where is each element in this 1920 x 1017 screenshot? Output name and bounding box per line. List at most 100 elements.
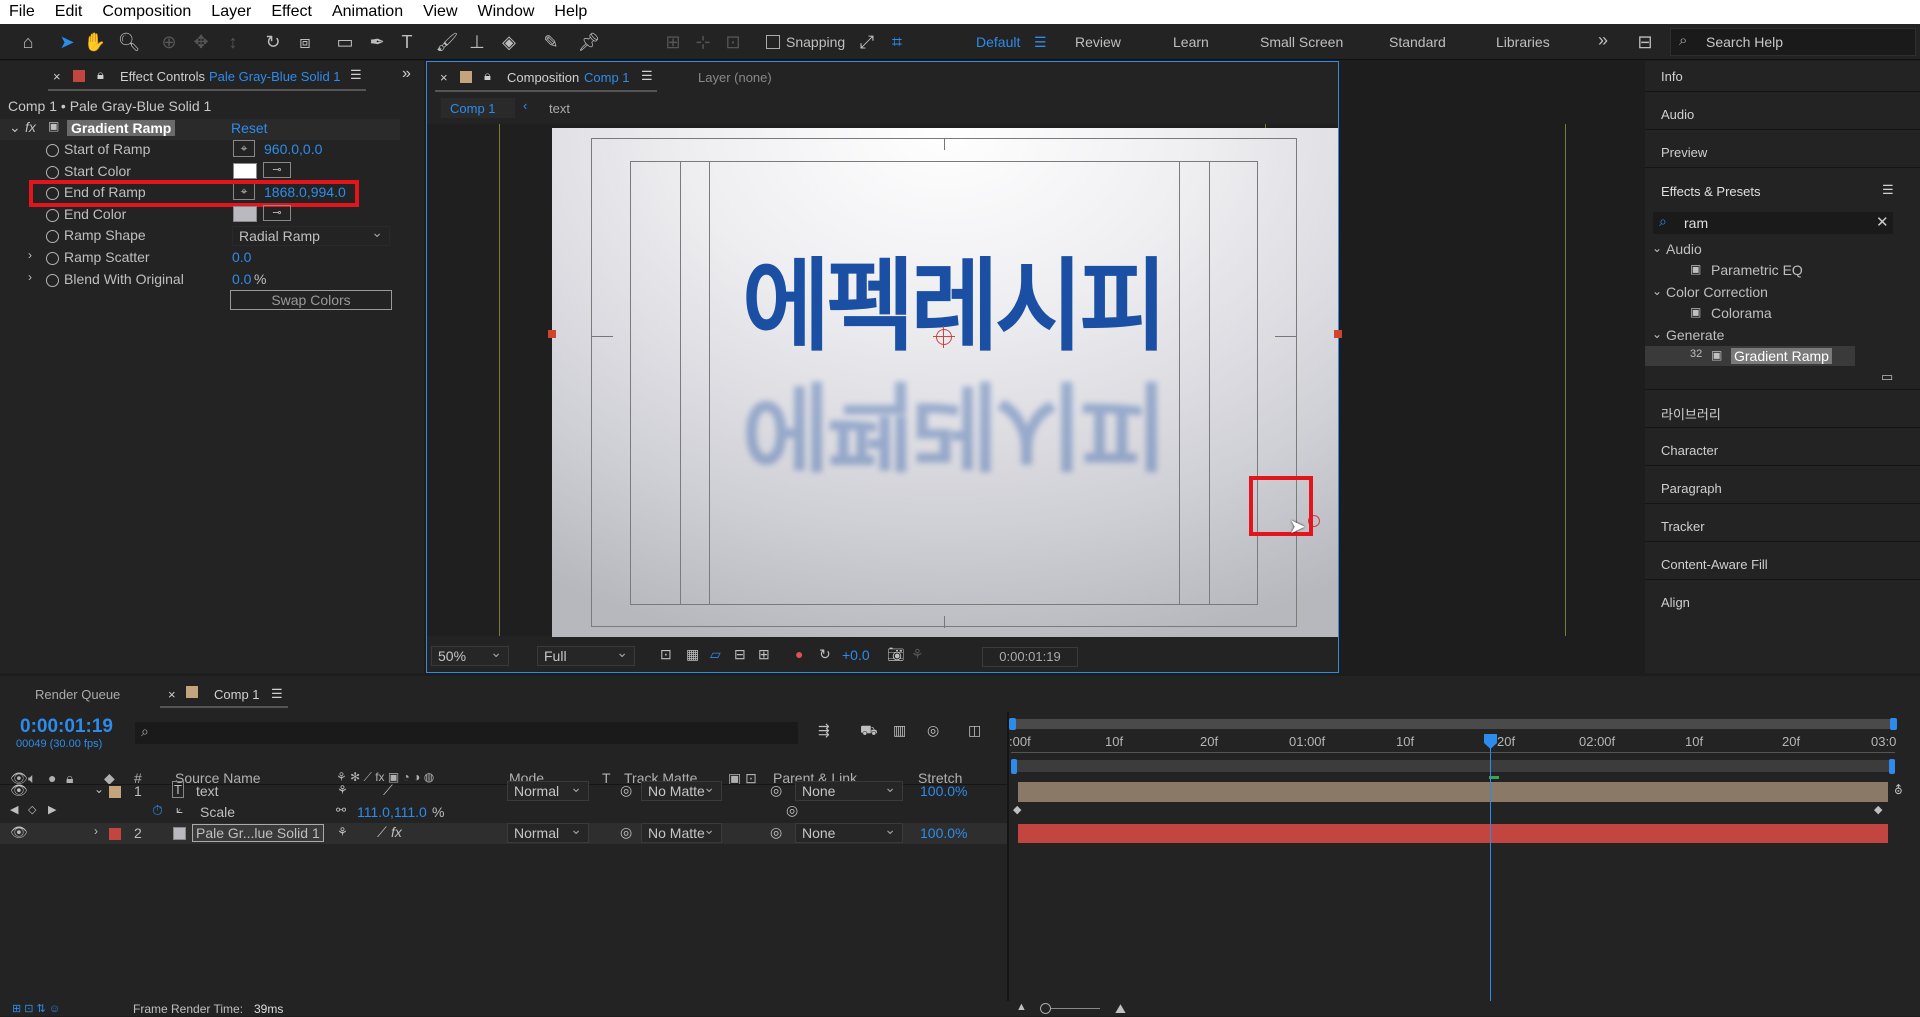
workspace-default[interactable]: Default xyxy=(976,34,1020,50)
snapshot-icon[interactable]: 📷︎ xyxy=(887,646,905,663)
category-color-correction[interactable]: Color Correction xyxy=(1666,284,1768,300)
zoom-dropdown[interactable]: 50% xyxy=(431,643,509,666)
safe-margins-icon[interactable]: ⊟ xyxy=(734,646,746,663)
workspace-learn[interactable]: Learn xyxy=(1173,34,1209,50)
prev-keyframe-icon[interactable]: ◀ xyxy=(10,803,18,816)
zoom-in-icon[interactable]: ⛰ xyxy=(1115,1001,1126,1017)
comp-canvas[interactable]: 에펙레시피 에펙레시피 xyxy=(552,128,1338,637)
panel-splitter[interactable] xyxy=(1007,712,1009,1001)
blend-value[interactable]: 0.0 xyxy=(232,271,251,287)
layer-visibility-icon[interactable]: 👁︎ xyxy=(10,782,28,799)
snap-features-icon[interactable]: ⌗ xyxy=(886,31,908,53)
rotate-tool-icon[interactable]: ↻ xyxy=(262,31,284,53)
current-time-indicator[interactable] xyxy=(1490,740,1491,1001)
layer-expand-icon[interactable]: ⌄ xyxy=(94,782,104,796)
type-tool-icon[interactable]: T xyxy=(396,31,418,53)
start-of-ramp-value[interactable]: 960.0,0.0 xyxy=(264,141,322,157)
workspace-standard[interactable]: Standard xyxy=(1389,34,1446,50)
puppet-tool-icon[interactable]: 📌︎ xyxy=(578,31,601,53)
layer-tab[interactable]: Layer (none) xyxy=(698,70,772,85)
search-help-field[interactable]: ⌕ Search Help xyxy=(1670,28,1916,56)
menu-effect[interactable]: Effect xyxy=(261,3,322,21)
timeline-timecode[interactable]: 0:00:01:19 xyxy=(20,716,113,738)
brush-tool-icon[interactable]: 🖌︎ xyxy=(436,31,459,53)
menu-edit[interactable]: Edit xyxy=(45,3,93,21)
region-of-interest-icon[interactable]: ⊡ xyxy=(660,646,672,663)
paragraph-panel-tab[interactable]: Paragraph xyxy=(1661,481,1722,496)
selection-tool-icon[interactable]: ➤ xyxy=(56,31,78,53)
axis-local-icon[interactable]: ⊞ xyxy=(662,31,684,53)
tree-expand-icon[interactable]: ⌄ xyxy=(1652,327,1662,341)
start-color-swatch[interactable] xyxy=(233,163,257,179)
quality-switch-icon[interactable]: ⟋ xyxy=(383,782,393,799)
snapping-checkbox[interactable] xyxy=(766,35,780,49)
layer-name[interactable]: text xyxy=(196,783,219,799)
menu-help[interactable]: Help xyxy=(544,3,597,21)
category-generate[interactable]: Generate xyxy=(1666,327,1724,343)
pan-tool-icon[interactable]: ✥ xyxy=(190,31,212,53)
panel-menu-icon[interactable]: ☰ xyxy=(350,67,362,83)
constrain-proportions-icon[interactable]: ⚯ xyxy=(336,803,346,817)
clear-search-icon[interactable]: ✕ xyxy=(1876,213,1889,231)
shy-switch-icon[interactable]: ⚘ xyxy=(337,825,348,839)
axis-world-icon[interactable]: ⊹ xyxy=(692,31,714,53)
workspace-overflow-icon[interactable]: » xyxy=(1598,30,1608,51)
dolly-tool-icon[interactable]: ↕ xyxy=(222,31,244,53)
shy-layers-icon[interactable]: ▥ xyxy=(893,722,906,739)
menu-animation[interactable]: Animation xyxy=(322,3,413,21)
preserve-transparency-icon[interactable]: ◎ xyxy=(620,824,632,841)
stopwatch-icon[interactable] xyxy=(46,166,59,179)
stopwatch-icon[interactable] xyxy=(46,274,59,287)
comp-nav-comp1[interactable]: Comp 1 xyxy=(450,101,496,116)
zoom-tool-icon[interactable]: 🔍︎ xyxy=(118,31,141,53)
preview-panel-tab[interactable]: Preview xyxy=(1661,145,1707,160)
workspace-menu-icon[interactable]: ☰ xyxy=(1034,34,1047,51)
effect-expand-icon[interactable]: ⌄ xyxy=(9,119,21,136)
quality-switch-icon[interactable]: ⟋ xyxy=(377,824,387,841)
layer-visibility-icon[interactable]: 👁︎ xyxy=(10,824,28,841)
panel-menu-icon[interactable]: ☰ xyxy=(271,686,283,702)
menu-composition[interactable]: Composition xyxy=(92,3,201,21)
comp-duration-start[interactable] xyxy=(1011,759,1017,774)
swap-colors-button[interactable]: Swap Colors xyxy=(230,290,392,310)
effect-controls-layer-name[interactable]: Pale Gray-Blue Solid 1 xyxy=(209,69,341,84)
orbit-tool-icon[interactable]: ⊕ xyxy=(158,31,180,53)
scale-value[interactable]: 111.0,111.0 xyxy=(357,804,427,820)
layer-expand-icon[interactable]: › xyxy=(94,824,98,838)
mode-dropdown[interactable]: Normal xyxy=(507,820,589,843)
effects-search-field[interactable]: ⌕ ram ✕ xyxy=(1653,212,1893,234)
effect-parametric-eq[interactable]: Parametric EQ xyxy=(1711,262,1803,278)
tracker-panel-tab[interactable]: Tracker xyxy=(1661,519,1705,534)
pick-whip-icon[interactable]: ◎ xyxy=(770,824,782,841)
stopwatch-icon[interactable] xyxy=(46,252,59,265)
show-snapshot-icon[interactable]: ⚘ xyxy=(911,646,924,663)
parent-dropdown[interactable]: None xyxy=(795,778,903,801)
keyframe-icon[interactable]: ◆ xyxy=(1874,803,1882,816)
timeline-comp-tab[interactable]: Comp 1 xyxy=(214,687,260,702)
layer-label-color[interactable] xyxy=(109,786,121,798)
zoom-out-icon[interactable]: ▲ xyxy=(1016,1001,1027,1013)
ramp-scatter-value[interactable]: 0.0 xyxy=(232,249,251,265)
comp-mini-flowchart-icon[interactable]: ⇶ xyxy=(818,722,830,739)
exposure-value[interactable]: +0.0 xyxy=(842,647,870,663)
frame-blending-icon[interactable]: ◎ xyxy=(927,722,939,739)
fx-switch-icon[interactable]: fx xyxy=(391,824,402,840)
stopwatch-icon[interactable]: ⏱︎ xyxy=(152,802,163,819)
comp-nav-text[interactable]: text xyxy=(549,101,570,116)
menu-view[interactable]: View xyxy=(413,3,467,21)
transparency-grid-icon[interactable]: ▦ xyxy=(686,646,699,663)
crosshair-icon[interactable]: ⌖ xyxy=(233,140,255,157)
hand-tool-icon[interactable]: ✋ xyxy=(84,31,106,53)
parent-dropdown[interactable]: None xyxy=(795,820,903,843)
composition-viewer[interactable]: 에펙레시피 에펙레시피 ➤ xyxy=(427,124,1566,637)
stretch-value[interactable]: 100.0% xyxy=(920,783,967,799)
keyframe-icon[interactable]: ◆ xyxy=(1013,803,1021,816)
category-audio[interactable]: Audio xyxy=(1666,241,1702,257)
add-keyframe-icon[interactable]: ◇ xyxy=(28,803,36,816)
graph-editor-icon[interactable]: ◫ xyxy=(968,722,981,739)
layer-bar-solid[interactable] xyxy=(1018,824,1888,843)
next-keyframe-icon[interactable]: ▶ xyxy=(48,803,56,816)
eraser-tool-icon[interactable]: ◈ xyxy=(498,31,520,53)
expand-arrow-icon[interactable]: › xyxy=(28,270,32,284)
audio-panel-tab[interactable]: Audio xyxy=(1661,107,1694,122)
